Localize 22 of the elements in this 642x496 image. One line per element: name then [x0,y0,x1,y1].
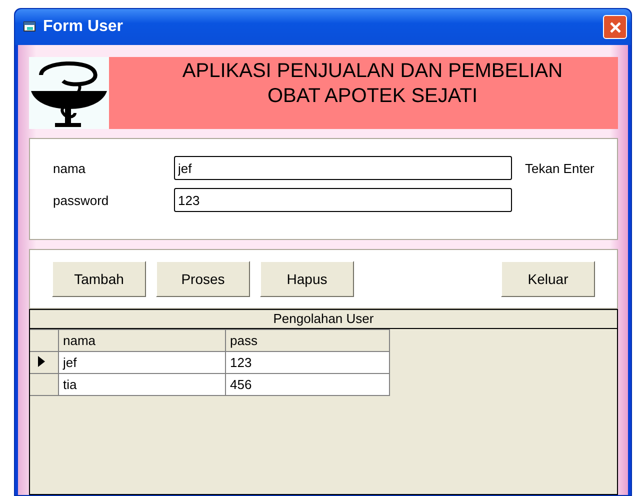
row-selector[interactable] [30,352,58,374]
action-button[interactable]: Hapus [260,261,354,297]
close-button[interactable] [603,15,627,39]
column-header: pass [226,330,390,352]
column-header: nama [58,330,226,352]
text-field[interactable]: jef [174,156,512,180]
window-icon [23,21,37,33]
app-title-banner: APLIKASI PENJUALAN DAN PEMBELIAN OBAT APOTEK SEJATI [109,57,618,129]
current-row-icon [38,356,45,367]
field-label: nama [53,160,87,176]
action-button[interactable]: Keluar [501,261,595,297]
table-cell: 456 [226,374,390,396]
action-button[interactable]: Tambah [52,261,146,297]
table-cell: jef [58,352,226,374]
table-cell: 123 [226,352,390,374]
action-button[interactable]: Proses [156,261,250,297]
hint-text: Tekan Enter [525,160,594,176]
window-title: Form User [43,18,124,36]
text-field[interactable]: 123 [174,188,512,212]
field-label: password [53,192,110,208]
table-cell: tia [58,374,226,396]
close-icon [608,20,622,34]
